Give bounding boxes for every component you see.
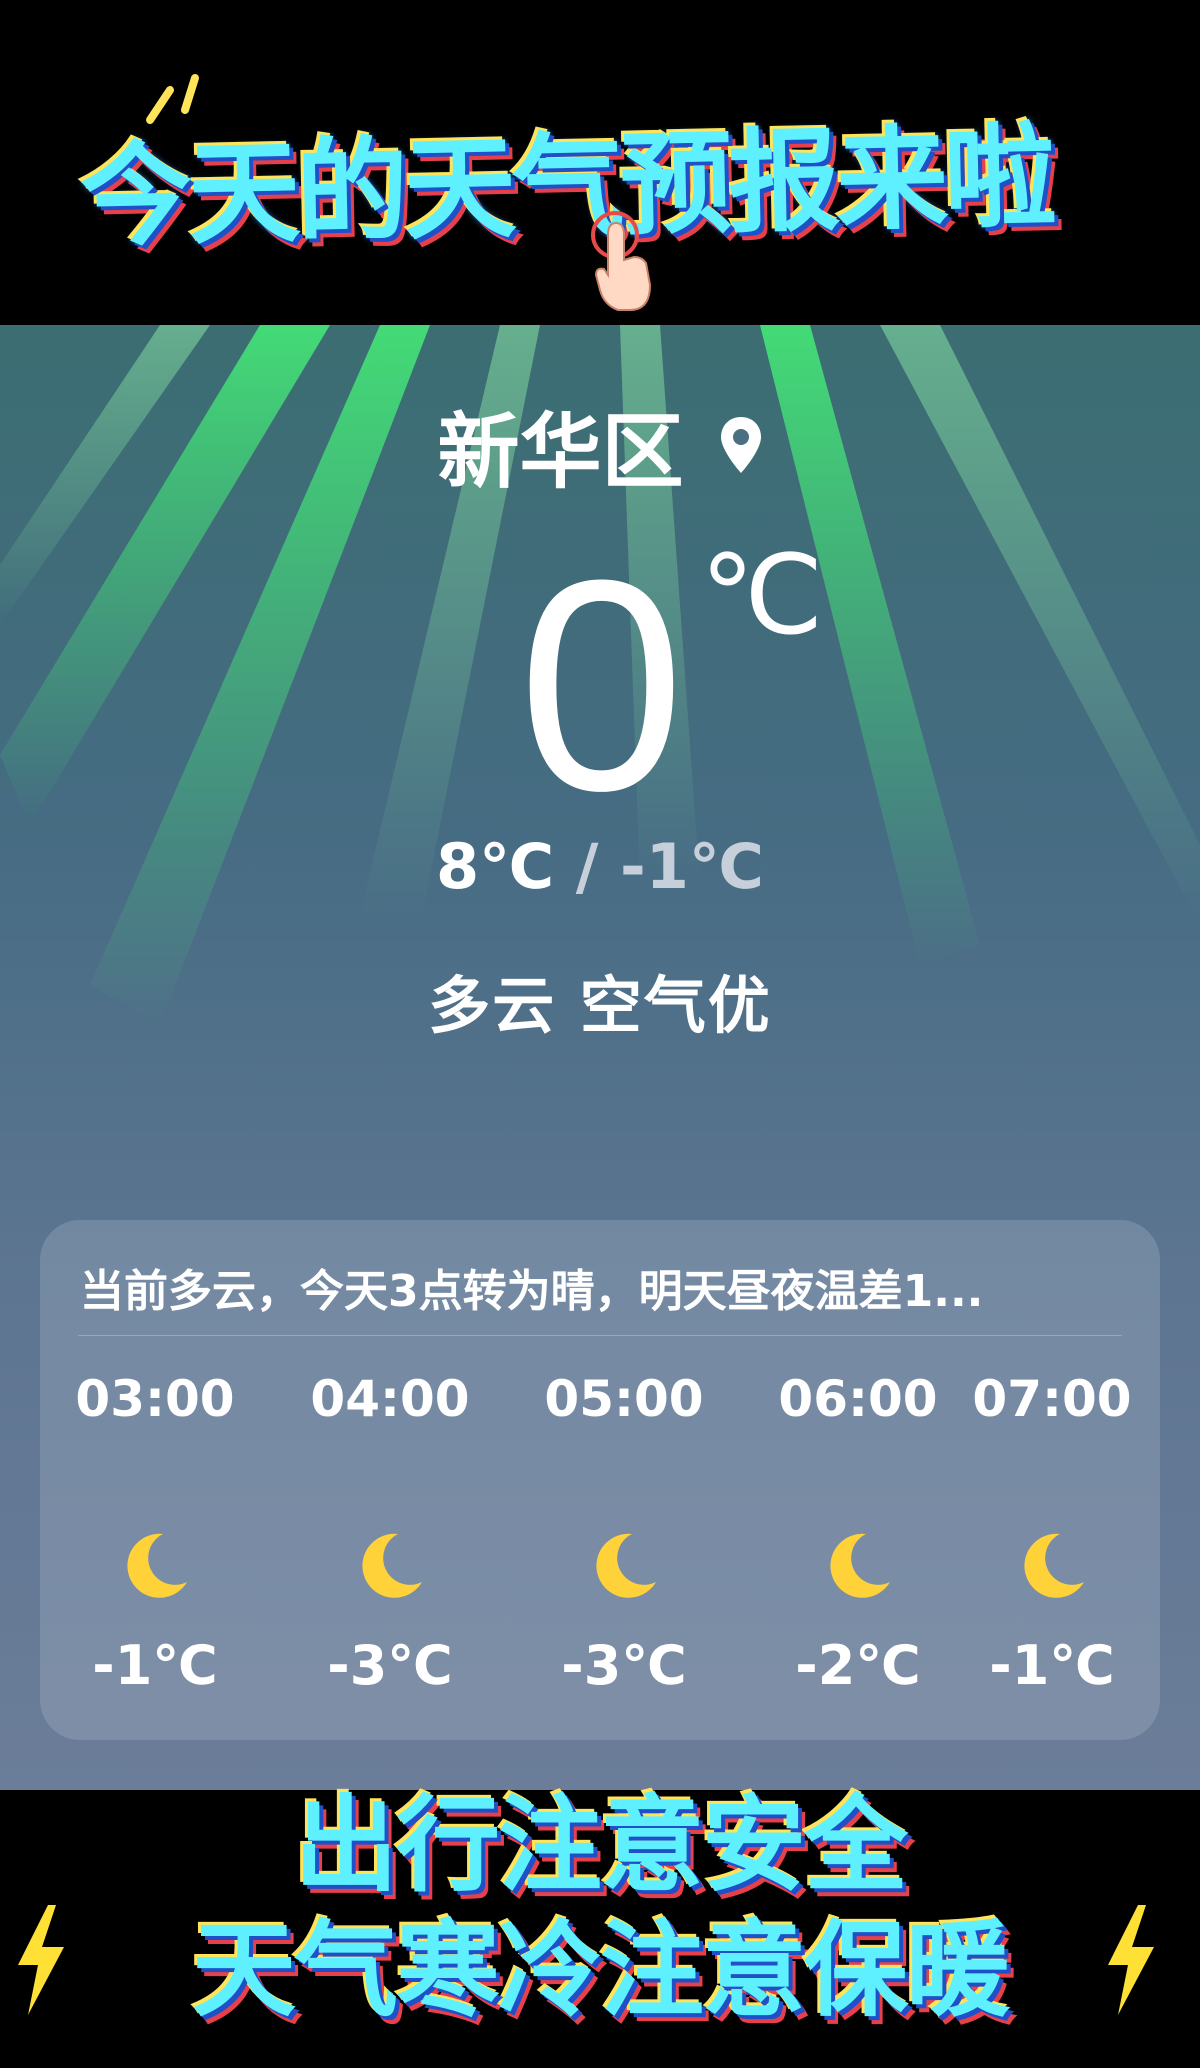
hour-item: 07:00 -1℃ — [952, 1370, 1152, 1697]
low-temperature: -1℃ — [620, 830, 764, 903]
moon-icon — [127, 1533, 187, 1598]
hour-item: 05:00 -3℃ — [524, 1370, 724, 1697]
location-row[interactable]: 新华区 — [0, 385, 1200, 504]
hour-time: 04:00 — [310, 1370, 470, 1428]
temperature-unit: ℃ — [700, 531, 824, 659]
divider — [78, 1335, 1122, 1336]
moon-icon — [830, 1533, 890, 1598]
moon-icon — [362, 1533, 422, 1598]
location-name: 新华区 — [437, 405, 684, 500]
moon-icon — [1024, 1533, 1084, 1598]
hour-temp: -1℃ — [92, 1634, 218, 1697]
temperature-range: 8℃ / -1℃ — [0, 830, 1200, 903]
hour-temp: -3℃ — [327, 1634, 453, 1697]
hour-time: 05:00 — [544, 1370, 704, 1428]
forecast-summary: 当前多云，今天3点转为晴，明天昼夜温差1... — [80, 1266, 984, 1317]
hour-time: 07:00 — [972, 1370, 1132, 1428]
hour-time: 06:00 — [778, 1370, 938, 1428]
high-temperature: 8℃ — [435, 830, 555, 903]
hour-temp: -1℃ — [989, 1634, 1115, 1697]
top-banner: 今天的天气预报来啦 — [0, 0, 1200, 325]
lightning-icon — [1108, 1905, 1154, 2015]
hour-item: 04:00 -3℃ — [290, 1370, 490, 1697]
location-pin-icon — [720, 416, 761, 473]
range-separator: / — [575, 830, 599, 903]
hour-item: 06:00 -2℃ — [758, 1370, 958, 1697]
cold-notice: 天气寒冷注意保暖 — [191, 1909, 1010, 2031]
hourly-forecast-card[interactable]: 当前多云，今天3点转为晴，明天昼夜温差1... 03:00 -1℃ 04:00 … — [40, 1220, 1160, 1740]
moon-icon — [596, 1533, 656, 1598]
bottom-banner: 出行注意安全 天气寒冷注意保暖 — [0, 1784, 1200, 2068]
condition-row: 多云 空气优 — [0, 955, 1200, 1045]
hour-temp: -2℃ — [795, 1634, 921, 1697]
tap-hand-icon — [591, 211, 652, 311]
weather-condition: 多云 — [428, 969, 557, 1042]
air-quality: 空气优 — [579, 969, 772, 1042]
hour-item: 03:00 -1℃ — [55, 1370, 255, 1697]
current-temperature: 0 — [518, 517, 685, 853]
weather-screen: 新华区 0 ℃ 8℃ / -1℃ 多云 空气优 当前多云，今天3点转为晴，明天昼… — [0, 325, 1200, 1790]
hour-temp: -3℃ — [561, 1634, 687, 1697]
hour-time: 03:00 — [75, 1370, 235, 1428]
